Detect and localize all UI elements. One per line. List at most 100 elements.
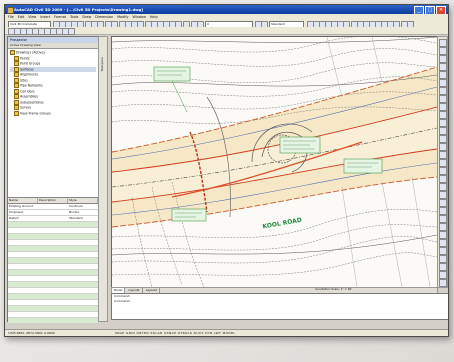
folder-icon xyxy=(14,77,19,83)
application-window: AutoCAD Civil 3D 2009 - [...\Civil 3D Pr… xyxy=(4,4,449,337)
menu-tools[interactable]: Tools xyxy=(70,15,78,19)
spline-icon[interactable] xyxy=(439,103,447,111)
folder-icon xyxy=(14,99,19,105)
copy-tool-icon[interactable] xyxy=(439,191,447,199)
panel-view-label: Active Drawing View xyxy=(10,43,41,47)
line-tool-icon[interactable] xyxy=(439,39,447,47)
item-list-grid: Name Description Style Existing Ground C… xyxy=(8,197,98,336)
folder-icon xyxy=(14,105,19,110)
drawing-icon xyxy=(10,50,15,55)
mtext-icon[interactable] xyxy=(439,175,447,183)
tree-node-label: View Frame Groups xyxy=(20,111,51,115)
move-tool-icon[interactable] xyxy=(439,223,447,231)
folder-icon xyxy=(14,66,19,72)
coordinate-readout[interactable]: 1325.6850, 9874.3000, 0.0000 xyxy=(8,330,55,336)
folder-icon xyxy=(14,83,19,88)
break-icon[interactable] xyxy=(439,271,447,279)
tree-node-label: Corridors xyxy=(20,89,35,93)
prospector-panel: Prospector Active Drawing View Drawing1 … xyxy=(7,36,99,336)
circle-tool-icon[interactable] xyxy=(439,87,447,95)
menu-modify[interactable]: Modify xyxy=(117,15,128,19)
table-cell xyxy=(38,210,68,215)
folder-icon xyxy=(14,55,19,61)
rotate-tool-icon[interactable] xyxy=(439,231,447,239)
polygon-icon[interactable] xyxy=(439,63,447,71)
column-header[interactable]: Style xyxy=(68,198,98,203)
table-cell: Contours xyxy=(69,204,83,208)
tree-node-view-frame-groups[interactable]: View Frame Groups xyxy=(10,110,96,117)
polyline-tool-icon[interactable] xyxy=(439,55,447,63)
hatch-tool-icon[interactable] xyxy=(439,143,447,151)
folder-icon xyxy=(14,110,19,116)
table-cell: Proposed xyxy=(9,210,23,214)
tree-node-label: Alignments xyxy=(20,72,38,77)
command-prompt[interactable]: Command: xyxy=(112,299,448,304)
rectangle-tool-icon[interactable] xyxy=(439,71,447,79)
revision-cloud-icon[interactable] xyxy=(439,95,447,103)
table-cell xyxy=(38,216,68,221)
right-toolbar xyxy=(437,36,448,288)
toolspace-side-tab[interactable]: Toolspace xyxy=(98,36,108,322)
prospector-tree: Drawing1 (Active) Points Point Groups Su… xyxy=(10,50,96,116)
table-cell: Border xyxy=(69,210,80,214)
menu-window[interactable]: Window xyxy=(133,15,146,19)
annotation-scale[interactable]: Annotation Scale: 1" = 40' xyxy=(315,287,352,292)
tree-node-label: Surfaces xyxy=(20,67,34,71)
erase-icon[interactable] xyxy=(439,183,447,191)
menu-insert[interactable]: Insert xyxy=(40,15,50,19)
menu-view[interactable]: View xyxy=(28,15,36,19)
tree-node-label: Drawing1 (Active) xyxy=(16,50,45,55)
command-window[interactable]: Command: Command: xyxy=(111,293,448,320)
tree-node-label: Pipe Networks xyxy=(20,83,43,88)
drawing-canvas[interactable]: KOOL ROAD xyxy=(111,36,438,288)
trim-tool-icon[interactable] xyxy=(439,255,447,263)
menu-format[interactable]: Format xyxy=(54,15,66,19)
menu-dimension[interactable]: Dimension xyxy=(95,15,113,19)
status-bar: 1325.6850, 9874.3000, 0.0000 SNAP GRID O… xyxy=(5,329,448,336)
stretch-icon[interactable] xyxy=(439,247,447,255)
region-icon[interactable] xyxy=(439,159,447,167)
explode-tool-icon[interactable] xyxy=(439,279,447,287)
annotation-callout xyxy=(153,66,191,82)
civil-toolbar xyxy=(5,27,448,35)
tree-node-label: Point Groups xyxy=(20,61,41,66)
make-block-icon[interactable] xyxy=(439,127,447,135)
survey-icon[interactable] xyxy=(68,28,75,35)
folder-icon xyxy=(14,94,19,99)
panel-view-selector[interactable]: Active Drawing View xyxy=(8,43,98,49)
annotation-callout xyxy=(171,208,207,222)
table-cell xyxy=(38,204,68,209)
tree-node-label: Subassemblies xyxy=(20,100,44,104)
insert-block-icon[interactable] xyxy=(439,119,447,127)
road-label: KOOL ROAD xyxy=(262,217,302,231)
app-icon xyxy=(7,7,14,14)
ellipse-icon[interactable] xyxy=(439,111,447,119)
window-title: AutoCAD Civil 3D 2009 - [...\Civil 3D Pr… xyxy=(14,7,144,12)
tree-node-label: Points xyxy=(20,56,30,60)
column-header[interactable]: Description xyxy=(38,198,68,203)
tree-node-label: Survey xyxy=(20,105,32,110)
menu-help[interactable]: Help xyxy=(150,15,158,19)
folder-icon xyxy=(14,72,19,77)
construction-line-icon[interactable] xyxy=(439,47,447,55)
arc-tool-icon[interactable] xyxy=(439,79,447,87)
array-icon[interactable] xyxy=(439,215,447,223)
extend-tool-icon[interactable] xyxy=(439,263,447,271)
scale-tool-icon[interactable] xyxy=(439,239,447,247)
point-tool-icon[interactable] xyxy=(439,135,447,143)
column-header[interactable]: Name xyxy=(8,198,38,203)
drafting-toggles[interactable]: SNAP GRID ORTHO POLAR OSNAP OTRACK DUCS … xyxy=(115,330,235,336)
folder-icon xyxy=(14,61,19,66)
site-plan-drawing: KOOL ROAD xyxy=(112,37,437,287)
mirror-icon[interactable] xyxy=(439,199,447,207)
tree-node-label: Sites xyxy=(20,78,28,82)
menu-file[interactable]: File xyxy=(8,15,14,19)
gradient-icon[interactable] xyxy=(439,151,447,159)
menu-draw[interactable]: Draw xyxy=(82,15,91,19)
menu-edit[interactable]: Edit xyxy=(18,15,25,19)
table-cell: Existing Ground xyxy=(9,204,33,208)
table-icon[interactable] xyxy=(439,167,447,175)
table-cell: Datum xyxy=(9,216,20,220)
side-tab-label: Toolspace xyxy=(100,57,104,72)
offset-tool-icon[interactable] xyxy=(439,207,447,215)
